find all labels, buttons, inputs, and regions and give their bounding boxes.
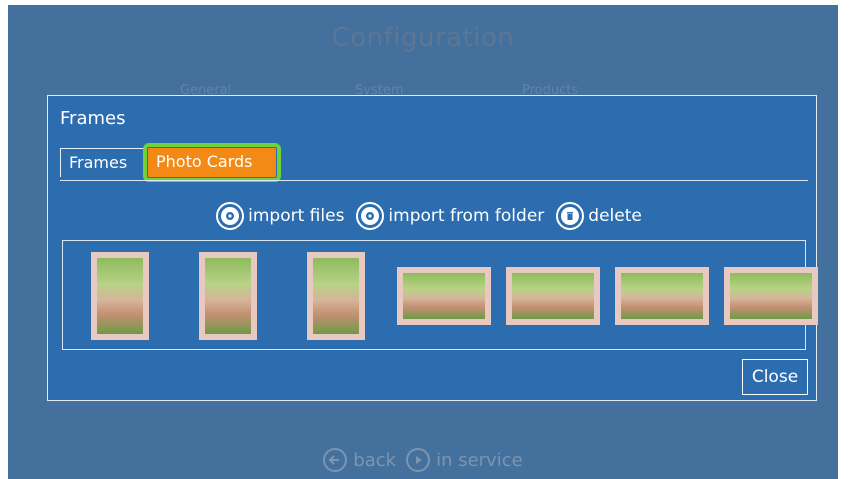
back-button[interactable]: back [323,448,396,472]
import-files-button[interactable]: import files [216,202,344,230]
bottom-nav: back in service [8,445,838,475]
back-label: back [353,449,397,471]
photo-card-thumbnail[interactable] [91,252,149,340]
in-service-button[interactable]: in service [406,448,523,472]
tab-photo-cards[interactable]: Photo Cards [143,143,281,182]
delete-button[interactable]: delete [556,202,642,230]
photo-card-thumbnail[interactable] [506,267,600,325]
photo-card-thumbnail[interactable] [199,252,257,340]
photo-card-thumbnail[interactable] [397,267,491,325]
arrow-left-icon [323,448,348,472]
app-screen: Configuration General System Products Fr… [8,5,838,479]
dialog-title: Frames [60,108,126,129]
import-from-folder-button[interactable]: import from folder [356,202,544,230]
delete-label: delete [588,206,642,226]
tab-divider [60,180,808,181]
close-button[interactable]: Close [742,359,808,395]
tab-frames[interactable]: Frames [60,148,144,177]
action-bar: import files import from folder delete [48,200,816,232]
frames-dialog: Frames Frames Photo Cards import files i… [47,95,818,401]
photo-card-thumbnail[interactable] [307,252,365,340]
import-files-label: import files [248,206,345,226]
thumbnail-strip [62,240,818,350]
photo-card-thumbnail[interactable] [724,267,818,325]
trash-icon [556,202,585,230]
app-title: Configuration [331,23,515,53]
in-service-label: in service [436,449,523,471]
gear-icon [356,202,385,230]
import-from-folder-label: import from folder [388,206,545,226]
play-icon [406,448,431,472]
gear-icon [216,202,245,230]
photo-card-thumbnail[interactable] [615,267,709,325]
